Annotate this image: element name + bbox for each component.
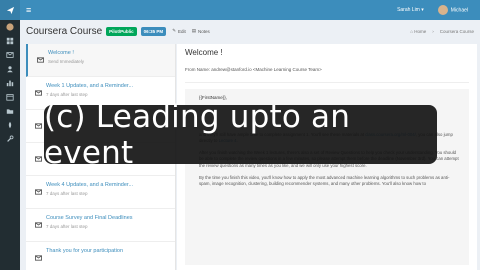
user-menu-b-label: Michael: [450, 7, 468, 14]
notes-button[interactable]: ▤ Notes: [192, 28, 210, 34]
drop-icon: [8, 121, 12, 129]
edit-button[interactable]: ✎ Edit: [172, 28, 186, 34]
envelope-icon: [34, 156, 42, 162]
message-meta: 7 days after last step: [46, 224, 88, 229]
sidebar-item-calendar[interactable]: [0, 90, 20, 104]
list-item[interactable]: Week 4 Updates, and a Reminder... 7 days …: [26, 176, 175, 209]
status-badge: Pilot/Public: [106, 26, 137, 36]
menu-toggle-icon[interactable]: ≡: [26, 5, 31, 15]
list-item[interactable]: Course Survey and Final Deadlines 7 days …: [26, 209, 175, 242]
dashboard-icon: [6, 37, 14, 45]
list-item[interactable]: Thank you for your participation: [26, 242, 175, 270]
envelope-icon: [6, 52, 14, 58]
paper-plane-icon: [6, 6, 14, 14]
message-subject: Course Survey and Final Deadlines: [46, 215, 133, 221]
message-subject: Week 4 Updates, and a Reminder...: [46, 182, 134, 188]
breadcrumb: ⌂ Home › Coursera Course: [410, 29, 480, 34]
notes-icon: ▤: [191, 28, 196, 33]
sidebar-item-mail[interactable]: [0, 48, 20, 62]
sidebar-item-dashboard[interactable]: [0, 34, 20, 48]
home-icon: ⌂: [410, 28, 413, 34]
sidebar-item-reports[interactable]: [0, 76, 20, 90]
top-navbar: ≡ Sarah Lim ▾ Michael: [0, 0, 480, 20]
folder-icon: [6, 109, 14, 114]
wrench-icon: [7, 135, 14, 142]
app-logo[interactable]: [0, 0, 20, 20]
sidebar-item-users[interactable]: [0, 62, 20, 76]
envelope-icon: [36, 57, 44, 63]
user-menu-a-label: Sarah Lim: [397, 7, 420, 13]
time-badge: 06:35 PM: [140, 26, 167, 36]
message-meta: Send Immediately: [48, 59, 85, 64]
message-title: Welcome !: [185, 48, 223, 57]
message-subject: Week 1 Updates, and a Reminder...: [46, 83, 134, 89]
breadcrumb-separator: ›: [432, 28, 434, 34]
video-caption-overlay: (c) Leading upto an event: [44, 99, 437, 171]
message-paragraph: By the time you finish this video, you'l…: [199, 174, 450, 187]
bar-chart-icon: [6, 80, 14, 87]
message-subject: Thank you for your participation: [46, 248, 124, 254]
pencil-icon: ✎: [172, 28, 176, 33]
sidebar-item-profile[interactable]: [0, 20, 20, 34]
content-header: Coursera Course Pilot/Public 06:35 PM ✎ E…: [20, 20, 480, 42]
envelope-icon: [34, 255, 42, 261]
edit-button-label: Edit: [177, 28, 186, 34]
breadcrumb-current: Coursera Course: [439, 28, 474, 34]
envelope-icon: [34, 90, 42, 96]
message-from: From Name: andrew@stanford.io <Machine L…: [185, 67, 322, 72]
breadcrumb-home-label: Home: [414, 28, 427, 34]
calendar-icon: [6, 94, 14, 101]
user-circle-icon: [6, 23, 14, 31]
envelope-icon: [34, 222, 42, 228]
left-sidebar: [0, 20, 20, 270]
breadcrumb-home[interactable]: ⌂ Home: [410, 29, 426, 34]
message-meta: 7 days after last step: [46, 191, 88, 196]
sidebar-item-drop[interactable]: [0, 118, 20, 132]
envelope-icon: [34, 189, 42, 195]
list-item[interactable]: Welcome ! Send Immediately: [26, 44, 175, 77]
message-subject: Welcome !: [48, 50, 74, 56]
avatar: [437, 5, 448, 15]
user-menu-b[interactable]: Michael: [437, 5, 468, 15]
envelope-icon: [34, 123, 42, 129]
users-icon: [7, 66, 13, 73]
notes-button-label: Notes: [198, 28, 210, 34]
sidebar-item-files[interactable]: [0, 104, 20, 118]
page-title: Coursera Course: [26, 25, 103, 37]
sidebar-item-tools[interactable]: [0, 132, 20, 146]
user-menu-a[interactable]: Sarah Lim ▾: [397, 7, 424, 13]
divider: [185, 82, 469, 83]
